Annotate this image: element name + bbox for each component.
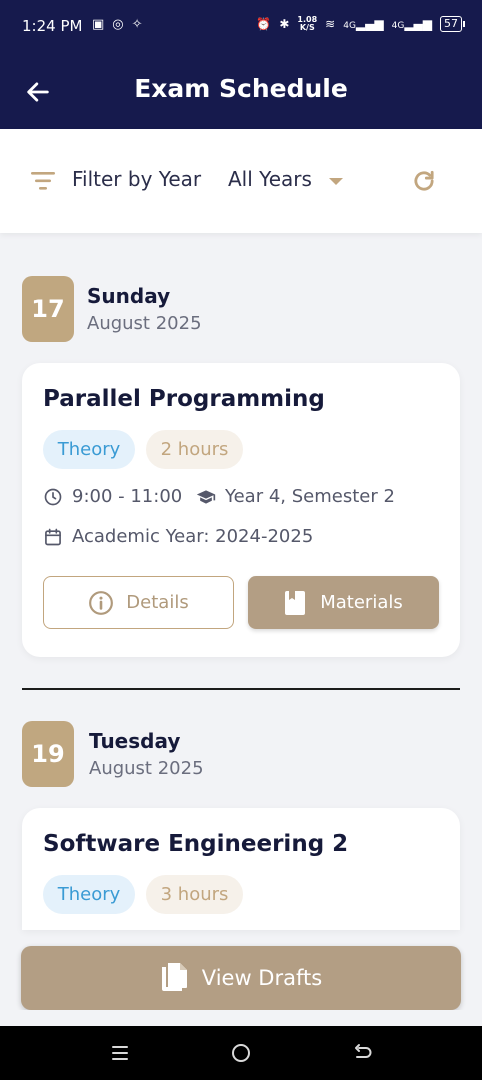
- instagram-icon: ◎: [112, 17, 124, 32]
- home-icon[interactable]: [229, 1041, 253, 1065]
- calendar-icon: [45, 528, 61, 545]
- graduation-cap-icon: [196, 489, 216, 504]
- network-speed: 1.08 K/S: [297, 16, 317, 32]
- view-drafts-button[interactable]: View Drafts: [21, 946, 461, 1010]
- academic-year-row: Academic Year: 2024-2025: [43, 526, 313, 547]
- drafts-icon: [161, 963, 187, 991]
- wifi-icon: ≋: [325, 17, 336, 31]
- status-bar: 1:24 PM ▣ ◎ ✧ ⏰ ✱ 1.08 K/S ≋ 4G▂▄▆ 4G▂▄▆…: [0, 0, 482, 54]
- linkedin-icon: ▣: [92, 17, 105, 32]
- exam-card[interactable]: Software Engineering 2 Theory 3 hours: [22, 808, 460, 930]
- app-notification-icon: ✧: [131, 17, 143, 32]
- exam-year-semester: Year 4, Semester 2: [225, 486, 395, 507]
- network-speed-unit: K/S: [299, 23, 315, 32]
- clock-icon: [44, 488, 62, 505]
- day-name: Tuesday: [89, 729, 181, 753]
- exam-title: Parallel Programming: [43, 386, 325, 412]
- status-time: 1:24 PM: [22, 17, 83, 35]
- materials-label: Materials: [320, 592, 403, 613]
- signal-icon: 4G▂▄▆: [391, 17, 432, 31]
- page-title: Exam Schedule: [134, 74, 348, 103]
- signal-1-label: 4G: [343, 21, 356, 31]
- dropdown-caret-icon[interactable]: [329, 178, 343, 185]
- year-dropdown[interactable]: All Years: [228, 167, 312, 191]
- exam-type-chip: Theory: [43, 430, 135, 469]
- signal-icon: 4G▂▄▆: [343, 17, 384, 31]
- exam-title: Software Engineering 2: [43, 831, 349, 857]
- system-icons: ⏰ ✱ 1.08 K/S ≋ 4G▂▄▆ 4G▂▄▆ 57: [256, 16, 465, 32]
- app-bar: Exam Schedule: [0, 54, 482, 129]
- exam-duration-chip: 2 hours: [146, 430, 243, 469]
- academic-year: Academic Year: 2024-2025: [72, 526, 314, 547]
- bluetooth-icon: ✱: [279, 17, 290, 31]
- exam-duration-chip: 3 hours: [146, 875, 243, 914]
- details-label: Details: [126, 592, 189, 613]
- filter-label: Filter by Year: [72, 167, 202, 191]
- date-badge: 17: [22, 276, 74, 342]
- filter-icon[interactable]: [30, 170, 56, 192]
- month-year: August 2025: [89, 758, 204, 779]
- menu-icon[interactable]: [108, 1041, 132, 1065]
- exam-year-row: Year 4, Semester 2: [196, 486, 395, 507]
- details-button[interactable]: Details: [43, 576, 234, 629]
- day-divider: [22, 688, 460, 690]
- exam-card[interactable]: Parallel Programming Theory 2 hours 9:00…: [22, 363, 460, 657]
- battery-icon: 57: [440, 16, 465, 32]
- exam-time: 9:00 - 11:00: [72, 486, 183, 507]
- exam-time-row: 9:00 - 11:00: [43, 486, 182, 507]
- filter-bar: Filter by Year All Years: [0, 129, 482, 233]
- day-name: Sunday: [87, 284, 171, 308]
- exam-type-chip: Theory: [43, 875, 135, 914]
- alarm-icon: ⏰: [256, 17, 272, 31]
- view-drafts-label: View Drafts: [201, 966, 323, 990]
- materials-button[interactable]: Materials: [248, 576, 439, 629]
- refresh-icon[interactable]: [410, 167, 438, 195]
- bottom-spacer: [0, 1010, 482, 1026]
- info-icon: [89, 590, 114, 615]
- signal-2-label: 4G: [391, 21, 405, 31]
- date-badge: 19: [22, 721, 74, 787]
- back-nav-icon[interactable]: [350, 1041, 374, 1065]
- month-year: August 2025: [87, 313, 202, 334]
- notification-icons: ▣ ◎ ✧: [92, 17, 143, 32]
- book-icon: [285, 590, 306, 615]
- system-nav-bar: [0, 1026, 482, 1080]
